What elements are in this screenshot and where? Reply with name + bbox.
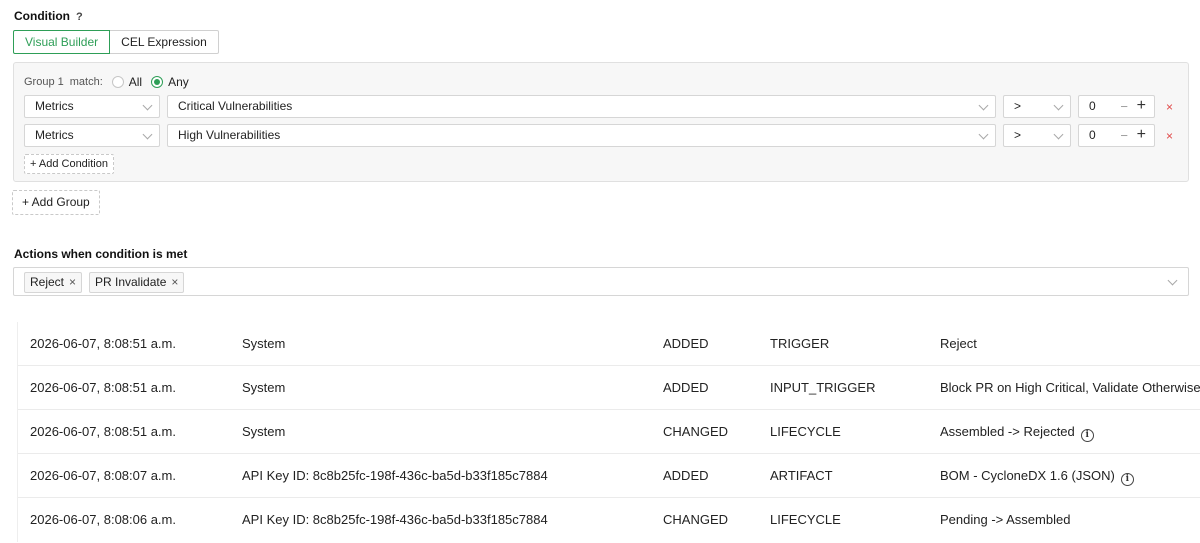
cell-time: 2026-06-07, 8:08:07 a.m. bbox=[30, 468, 176, 483]
tab-visual-builder[interactable]: Visual Builder bbox=[13, 30, 111, 54]
increment-icon[interactable]: + bbox=[1137, 124, 1146, 145]
field-select[interactable]: Critical Vulnerabilities bbox=[167, 95, 996, 118]
match-label: match: bbox=[69, 76, 103, 88]
source-select[interactable]: Metrics bbox=[24, 124, 160, 147]
actions-title: Actions when condition is met bbox=[14, 247, 188, 261]
action-tag-label: Reject bbox=[30, 275, 65, 289]
cell-time: 2026-06-07, 8:08:06 a.m. bbox=[30, 512, 176, 527]
increment-icon[interactable]: + bbox=[1137, 95, 1146, 116]
cell-detail-text: Reject bbox=[940, 336, 977, 351]
chevron-down-icon bbox=[142, 100, 153, 111]
operator-select-value: > bbox=[1014, 99, 1022, 113]
cell-actor: System bbox=[242, 380, 286, 395]
cell-operation: ADDED bbox=[663, 336, 709, 351]
radio-all[interactable] bbox=[111, 76, 124, 88]
condition-title: Condition? bbox=[14, 9, 83, 23]
add-group-button[interactable]: + Add Group bbox=[12, 190, 100, 215]
close-icon[interactable]: × bbox=[69, 275, 76, 289]
source-select-value: Metrics bbox=[35, 99, 74, 113]
decrement-icon[interactable]: − bbox=[1120, 125, 1128, 146]
chevron-down-icon bbox=[1053, 100, 1064, 111]
cell-detail: BOM - CycloneDX 1.6 (JSON) i bbox=[940, 454, 1134, 498]
operator-select[interactable]: > bbox=[1003, 95, 1071, 118]
group-label: Group 1 bbox=[24, 76, 64, 88]
cell-type: ARTIFACT bbox=[770, 468, 833, 483]
cell-detail-text: BOM - CycloneDX 1.6 (JSON) bbox=[940, 468, 1115, 483]
field-select-value: High Vulnerabilities bbox=[178, 128, 281, 142]
table-row: 2026-06-07, 8:08:51 a.m. System ADDED TR… bbox=[18, 322, 1200, 366]
add-condition-button[interactable]: + Add Condition bbox=[24, 154, 114, 174]
table-row: 2026-06-07, 8:08:07 a.m. API Key ID: 8c8… bbox=[18, 454, 1200, 498]
cell-time: 2026-06-07, 8:08:51 a.m. bbox=[30, 424, 176, 439]
chevron-down-icon bbox=[1053, 129, 1064, 140]
info-icon[interactable]: i bbox=[1080, 429, 1094, 442]
action-tag-label: PR Invalidate bbox=[95, 275, 167, 289]
cell-detail-text: Pending -> Assembled bbox=[940, 512, 1071, 527]
cell-type: LIFECYCLE bbox=[770, 424, 841, 439]
tab-cel-expression[interactable]: CEL Expression bbox=[110, 30, 219, 54]
help-icon[interactable]: ? bbox=[76, 11, 83, 23]
mode-toggle: Visual Builder CEL Expression bbox=[13, 30, 219, 54]
group-header: Group 1 match: All Any bbox=[24, 75, 189, 89]
value-stepper-value[interactable]: 0 bbox=[1089, 128, 1096, 142]
cell-actor: API Key ID: 8c8b25fc-198f-436c-ba5d-b33f… bbox=[242, 468, 548, 483]
action-tag-pr-invalidate: PR Invalidate × bbox=[89, 272, 185, 293]
info-icon[interactable]: i bbox=[1120, 473, 1134, 486]
action-tag-reject: Reject × bbox=[24, 272, 83, 293]
cell-actor: API Key ID: 8c8b25fc-198f-436c-ba5d-b33f… bbox=[242, 512, 548, 527]
cell-detail: Pending -> Assembled bbox=[940, 498, 1070, 542]
value-stepper[interactable]: 0 − + bbox=[1078, 124, 1155, 147]
cell-detail: Assembled -> Rejected i bbox=[940, 410, 1094, 454]
cell-type: INPUT_TRIGGER bbox=[770, 380, 876, 395]
actions-multiselect[interactable]: Reject × PR Invalidate × bbox=[13, 267, 1189, 296]
chevron-down-icon bbox=[978, 100, 989, 111]
table-row: 2026-06-07, 8:08:06 a.m. API Key ID: 8c8… bbox=[18, 498, 1200, 542]
cell-actor: System bbox=[242, 424, 286, 439]
cell-time: 2026-06-07, 8:08:51 a.m. bbox=[30, 336, 176, 351]
cell-detail-text: Assembled -> Rejected bbox=[940, 424, 1075, 439]
cell-detail: Block PR on High Critical, Validate Othe… bbox=[940, 366, 1200, 410]
cell-operation: CHANGED bbox=[663, 512, 729, 527]
cell-operation: ADDED bbox=[663, 380, 709, 395]
radio-any[interactable] bbox=[151, 76, 164, 88]
table-row: 2026-06-07, 8:08:51 a.m. System CHANGED … bbox=[18, 410, 1200, 454]
cell-actor: System bbox=[242, 336, 286, 351]
cell-type: LIFECYCLE bbox=[770, 512, 841, 527]
cell-detail-text: Block PR on High Critical, Validate Othe… bbox=[940, 380, 1200, 395]
table-row: 2026-06-07, 8:08:51 a.m. System ADDED IN… bbox=[18, 366, 1200, 410]
source-select[interactable]: Metrics bbox=[24, 95, 160, 118]
field-select[interactable]: High Vulnerabilities bbox=[167, 124, 996, 147]
field-select-value: Critical Vulnerabilities bbox=[178, 99, 293, 113]
value-stepper-value[interactable]: 0 bbox=[1089, 99, 1096, 113]
source-select-value: Metrics bbox=[35, 128, 74, 142]
condition-title-text: Condition bbox=[14, 9, 70, 23]
chevron-down-icon[interactable] bbox=[1167, 275, 1178, 286]
value-stepper[interactable]: 0 − + bbox=[1078, 95, 1155, 118]
radio-any-label[interactable]: Any bbox=[168, 75, 189, 89]
audit-log-table: 2026-06-07, 8:08:51 a.m. System ADDED TR… bbox=[17, 322, 1200, 542]
remove-condition-icon[interactable]: × bbox=[1166, 100, 1173, 114]
decrement-icon[interactable]: − bbox=[1120, 96, 1128, 117]
chevron-down-icon bbox=[142, 129, 153, 140]
operator-select-value: > bbox=[1014, 128, 1022, 142]
cell-time: 2026-06-07, 8:08:51 a.m. bbox=[30, 380, 176, 395]
condition-group: Group 1 match: All Any Metrics Critical … bbox=[13, 62, 1189, 182]
cell-detail: Reject bbox=[940, 322, 977, 366]
radio-all-label[interactable]: All bbox=[129, 75, 142, 89]
cell-operation: CHANGED bbox=[663, 424, 729, 439]
chevron-down-icon bbox=[978, 129, 989, 140]
cell-operation: ADDED bbox=[663, 468, 709, 483]
operator-select[interactable]: > bbox=[1003, 124, 1071, 147]
close-icon[interactable]: × bbox=[171, 275, 178, 289]
cell-type: TRIGGER bbox=[770, 336, 830, 351]
remove-condition-icon[interactable]: × bbox=[1166, 129, 1173, 143]
